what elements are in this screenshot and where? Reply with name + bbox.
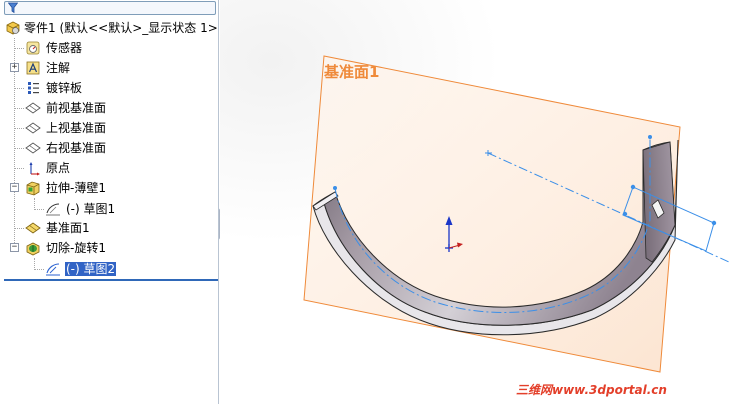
tree-item-sensors[interactable]: 传感器 xyxy=(0,38,218,58)
feature-tree-panel[interactable]: 零件1 (默认<<默认>_显示状态 1> 传感器 + 注解 镀锌板 前视基准面 … xyxy=(0,0,219,404)
tree-item-top-plane[interactable]: 上视基准面 xyxy=(0,118,218,138)
tree-item-material[interactable]: 镀锌板 xyxy=(0,78,218,98)
tree-item-label: 右视基准面 xyxy=(46,141,107,155)
tree-item-front-plane[interactable]: 前视基准面 xyxy=(0,98,218,118)
annotation-icon xyxy=(26,61,40,75)
solidworks-window: 零件1 (默认<<默认>_显示状态 1> 传感器 + 注解 镀锌板 前视基准面 … xyxy=(0,0,729,404)
sketch-point[interactable] xyxy=(648,135,652,139)
part-icon xyxy=(6,21,20,35)
rollback-bar[interactable] xyxy=(4,279,218,281)
graphics-viewport[interactable]: 基准面1 三维网www.3dportal.cn xyxy=(220,0,729,404)
extrude-icon xyxy=(26,181,40,196)
sketch-point[interactable] xyxy=(630,184,636,190)
watermark-text: 三维网www.3dportal.cn xyxy=(516,383,667,397)
origin-icon xyxy=(29,162,40,176)
tree-item-right-plane[interactable]: 右视基准面 xyxy=(0,138,218,158)
sketch-point[interactable] xyxy=(622,211,628,217)
tree-item-extrude-thin[interactable]: − 拉伸-薄壁1 xyxy=(0,178,218,198)
tree-item-label: (-) 草图2 xyxy=(65,262,117,276)
tree-item-sketch1[interactable]: (-) 草图1 xyxy=(0,199,218,219)
tree-item-label: 上视基准面 xyxy=(46,121,107,135)
tree-item-plane1[interactable]: 基准面1 xyxy=(0,218,218,238)
plane-icon xyxy=(25,222,41,234)
tree-item-label: 镀锌板 xyxy=(46,81,83,95)
tree-item-revolve-cut[interactable]: − 切除-旋转1 xyxy=(0,238,218,258)
expand-toggle[interactable]: + xyxy=(10,63,19,72)
revolve-cut-icon xyxy=(26,242,40,256)
tree-item-label: 注解 xyxy=(46,61,71,75)
tree-item-origin[interactable]: 原点 xyxy=(0,158,218,178)
tree-item-label: 拉伸-薄壁1 xyxy=(46,181,106,195)
model-view[interactable] xyxy=(220,0,729,404)
tree-item-label: 切除-旋转1 xyxy=(46,241,106,255)
sensor-icon xyxy=(26,41,40,55)
sketch-point[interactable] xyxy=(333,186,337,190)
sketch-point[interactable] xyxy=(711,220,717,226)
plane-icon xyxy=(25,142,41,154)
plane-name-label: 基准面1 xyxy=(324,63,380,81)
material-icon xyxy=(28,82,39,94)
tree-item-sketch2[interactable]: (-) 草图2 xyxy=(0,259,218,279)
tree-item-label: 基准面1 xyxy=(46,221,90,235)
filter-icon[interactable] xyxy=(8,2,18,14)
collapse-toggle[interactable]: − xyxy=(10,183,19,192)
tree-item-label: (-) 草图1 xyxy=(66,202,116,216)
sketch-icon xyxy=(46,203,60,216)
plane-icon xyxy=(25,122,41,134)
tree-item-label: 零件1 (默认<<默认>_显示状态 1> xyxy=(24,21,218,35)
tree-item-part[interactable]: 零件1 (默认<<默认>_显示状态 1> xyxy=(0,18,218,38)
tree-item-label: 前视基准面 xyxy=(46,101,107,115)
tree-filter-bar[interactable] xyxy=(4,1,216,15)
tree-item-annotations[interactable]: + 注解 xyxy=(0,58,218,78)
collapse-toggle[interactable]: − xyxy=(10,243,19,252)
sketch-icon xyxy=(46,263,60,276)
tree-item-label: 传感器 xyxy=(46,41,83,55)
plane-icon xyxy=(25,102,41,114)
tree-item-label: 原点 xyxy=(46,161,71,175)
